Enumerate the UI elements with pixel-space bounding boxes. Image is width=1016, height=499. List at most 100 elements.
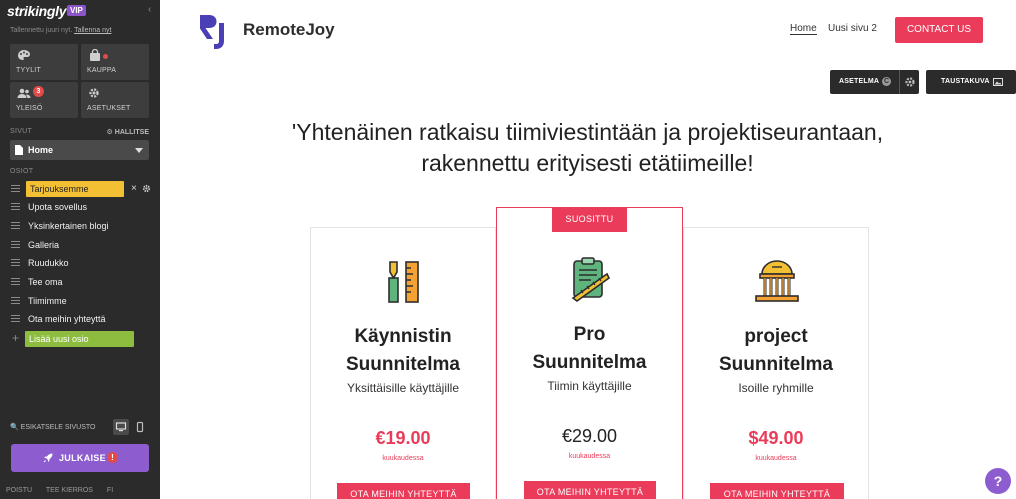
plan-title: Käynnistin Suunnitelma	[311, 323, 495, 379]
drag-handle-icon[interactable]	[11, 278, 20, 286]
language-link[interactable]: FI	[107, 487, 113, 494]
publish-label: JULKAISE	[59, 453, 106, 463]
section-label: Ruudukko	[28, 258, 69, 268]
plan-period: kuukaudessa	[755, 455, 797, 462]
save-now-link[interactable]: Tallenna nyt	[74, 27, 111, 34]
plan-title-line-2: Suunnitelma	[345, 354, 460, 375]
plan-title-line-2: Suunnitelma	[532, 352, 647, 373]
pen-ruler-icon	[388, 261, 419, 303]
section-label: Tiimimme	[28, 296, 67, 306]
section-item-tarjouksemme[interactable]: Tarjouksemme ×	[10, 181, 151, 198]
drag-handle-icon[interactable]	[11, 315, 20, 323]
plan-title-line-1: Pro	[573, 324, 606, 345]
save-status: Tallennettu juuri nyt. Tallenna nyt	[10, 27, 111, 34]
section-item[interactable]: Upota sovellus	[10, 199, 150, 216]
exit-link[interactable]: POISTU	[6, 487, 32, 494]
layout-button[interactable]: ASETELMA C	[830, 70, 919, 94]
drag-handle-icon[interactable]	[11, 259, 20, 267]
nav-link-home[interactable]: Home	[790, 23, 817, 35]
publish-warning-badge: !	[107, 452, 118, 463]
publish-button[interactable]: JULKAISE !	[11, 444, 149, 472]
tile-settings-label: ASETUKSET	[87, 105, 131, 112]
palette-icon	[18, 50, 30, 60]
section-item[interactable]: Tiimimme	[10, 293, 150, 310]
contact-us-button[interactable]: CONTACT US	[895, 17, 983, 43]
manage-label: HALLITSE	[114, 129, 149, 136]
page-selector[interactable]: Home	[10, 140, 149, 160]
plan-price: $49.00	[748, 428, 804, 448]
section-item[interactable]: Tee oma	[10, 274, 150, 291]
tour-link[interactable]: TEE KIERROS	[46, 487, 93, 494]
help-button[interactable]: ?	[985, 468, 1011, 494]
background-image-button[interactable]: TAUSTAKUVA	[926, 70, 1016, 94]
contact-us-cta-button[interactable]: OTA MEIHIN YHTEYTTÄ	[710, 483, 844, 499]
sections-heading: OSIOT	[10, 168, 34, 175]
preview-site-link[interactable]: 🔍 ESIKATSELE SIVUSTO	[10, 423, 96, 431]
plan-price: €29.00	[561, 426, 618, 446]
rocket-icon	[43, 453, 53, 463]
add-section-label: Lisää uusi osio	[25, 331, 134, 347]
tile-shop[interactable]: KAUPPA	[81, 44, 149, 80]
tile-settings[interactable]: ASETUKSET	[81, 82, 149, 118]
editor-sidebar: strikingly VIP ‹ Tallennettu juuri nyt. …	[0, 0, 160, 499]
plan-title-line-1: Käynnistin	[354, 326, 452, 347]
shop-notification-dot	[103, 54, 108, 59]
tile-audience[interactable]: 3 YLEISÖ	[10, 82, 78, 118]
drag-handle-icon[interactable]	[11, 297, 20, 305]
gear-icon	[89, 88, 99, 98]
mobile-preview-icon[interactable]	[132, 419, 148, 435]
headline-line-1: 'Yhtenäinen ratkaisu tiimiviestintään ja…	[291, 119, 884, 145]
plan-period: kuukaudessa	[568, 453, 611, 460]
contact-us-cta-button[interactable]: OTA MEIHIN YHTEYTTÄ	[524, 481, 656, 499]
current-page-value: Home	[28, 145, 54, 155]
nav-link-page2[interactable]: Uusi sivu 2	[828, 23, 877, 34]
audience-count-badge: 3	[33, 86, 44, 97]
drag-handle-icon[interactable]	[11, 185, 20, 193]
section-item[interactable]: Yksinkertainen blogi	[10, 218, 150, 235]
section-label: Tee oma	[28, 277, 63, 287]
chevron-down-icon	[135, 148, 143, 153]
editor-tiles: TYYLIT KAUPPA 3 YLEISÖ ASETUKSET	[10, 44, 150, 119]
layout-variant-badge: C	[882, 77, 891, 86]
headline-line-2: rakennettu erityisesti etätiimeille!	[421, 150, 754, 176]
plan-title: project Suunnitelma	[684, 323, 868, 379]
section-item[interactable]: Galleria	[10, 237, 150, 254]
plus-icon: +	[12, 331, 20, 345]
plan-subtitle: Tiimin käyttäjille	[547, 379, 632, 393]
section-label: Ota meihin yhteyttä	[28, 314, 106, 324]
image-icon	[993, 78, 1003, 86]
divider	[899, 70, 900, 94]
add-section-button[interactable]: + Lisää uusi osio	[10, 331, 150, 348]
section-label: Galleria	[28, 240, 60, 250]
remotejoy-logo-icon	[200, 15, 224, 49]
hero-headline: 'Yhtenäinen ratkaisu tiimiviestintään ja…	[210, 117, 965, 179]
plan-title-line-1: project	[744, 326, 808, 347]
layout-label: ASETELMA	[839, 78, 880, 85]
tile-styles-label: TYYLIT	[16, 67, 41, 74]
saved-text: Tallennettu juuri nyt.	[10, 27, 73, 34]
drag-handle-icon[interactable]	[11, 241, 20, 249]
plan-price: €19.00	[375, 428, 431, 448]
drag-handle-icon[interactable]	[11, 222, 20, 230]
tile-styles[interactable]: TYYLIT	[10, 44, 78, 80]
site-preview: RemoteJoy Home Uusi sivu 2 CONTACT US AS…	[160, 0, 1016, 499]
page-doc-icon	[15, 145, 23, 155]
section-item[interactable]: Ruudukko	[10, 255, 150, 272]
section-item[interactable]: Ota meihin yhteyttä	[10, 311, 150, 328]
section-label: Tarjouksemme	[26, 181, 124, 197]
tile-shop-label: KAUPPA	[87, 67, 117, 74]
preview-label: ESIKATSELE SIVUSTO	[20, 424, 96, 431]
plan-period: kuukaudessa	[382, 455, 424, 462]
popular-badge: SUOSITTU	[552, 207, 627, 232]
close-icon[interactable]: ×	[131, 183, 137, 194]
vip-badge: VIP	[67, 5, 86, 16]
manage-pages-button[interactable]: ⚙ HALLITSE	[107, 128, 149, 136]
desktop-preview-icon[interactable]	[113, 419, 129, 435]
gear-icon[interactable]	[142, 184, 151, 193]
gear-icon[interactable]	[904, 76, 916, 88]
contact-us-cta-button[interactable]: OTA MEIHIN YHTEYTTÄ	[337, 483, 470, 499]
plan-subtitle: Yksittäisille käyttäjille	[346, 381, 460, 395]
drag-handle-icon[interactable]	[11, 203, 20, 211]
brand-name: RemoteJoy	[243, 20, 335, 39]
collapse-sidebar-icon[interactable]: ‹	[148, 4, 151, 15]
